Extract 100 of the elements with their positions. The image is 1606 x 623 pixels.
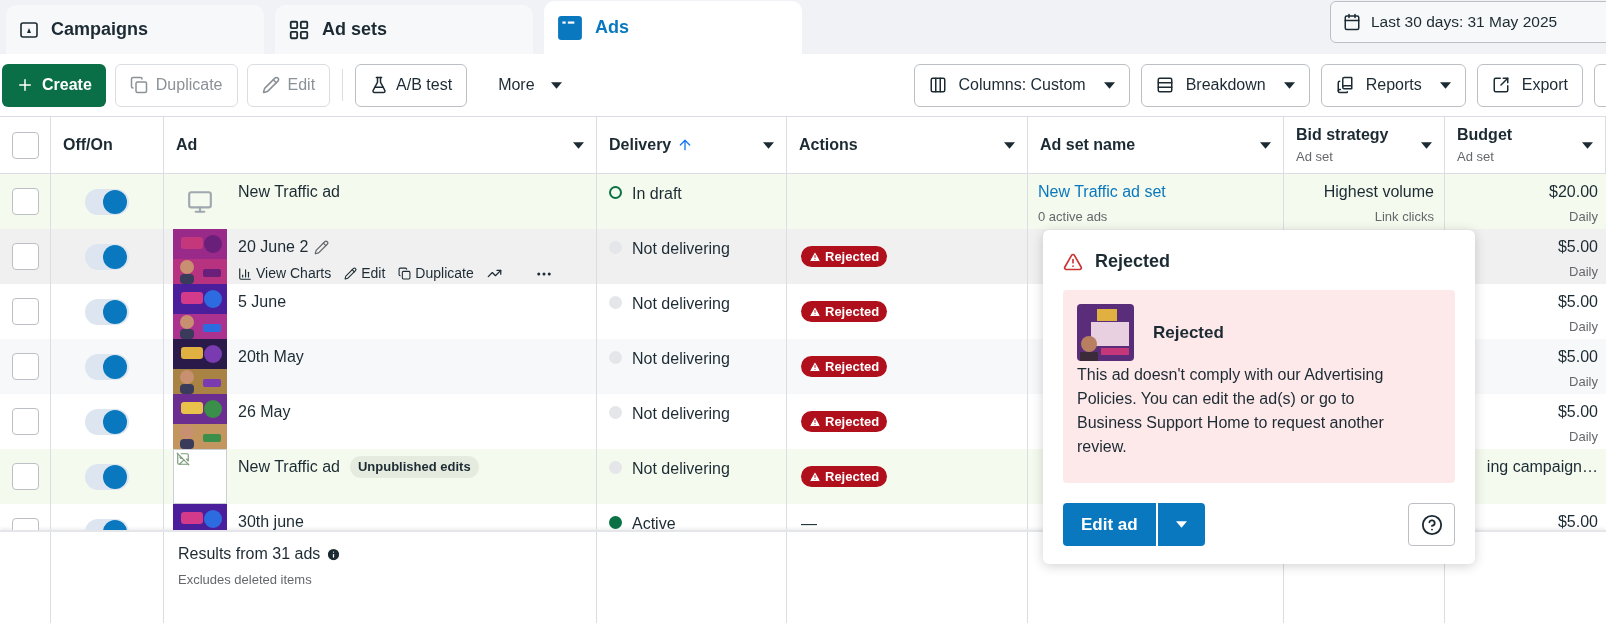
- toggle-switch[interactable]: [85, 188, 129, 215]
- caret-icon: [1439, 81, 1451, 89]
- toolbar-button[interactable]: Breakdown: [1140, 63, 1310, 107]
- caret-icon: [1004, 141, 1015, 149]
- checkbox[interactable]: [11, 188, 39, 215]
- warning-icon: [809, 250, 821, 263]
- tab[interactable]: Ad sets: [275, 5, 533, 54]
- ad-name[interactable]: New Traffic ad: [238, 455, 340, 479]
- row-action-link[interactable]: View Charts: [238, 263, 332, 284]
- rejected-badge[interactable]: Rejected: [801, 246, 888, 267]
- toolbar-button[interactable]: More: [476, 63, 584, 107]
- column-header[interactable]: Ad set name: [1040, 133, 1136, 157]
- bid-goal: Link clicks: [1374, 208, 1434, 226]
- budget-value: $5.00: [1557, 347, 1598, 367]
- warning-icon: [809, 415, 821, 428]
- warning-icon: [809, 305, 821, 318]
- help-button[interactable]: [1408, 503, 1455, 546]
- pencil-icon: [344, 267, 358, 280]
- budget-period: Daily: [1569, 373, 1598, 391]
- column-header[interactable]: Bid strategy: [1296, 123, 1389, 148]
- copy-icon: [129, 76, 148, 94]
- checkbox[interactable]: [11, 408, 39, 435]
- dropdown-button[interactable]: [1157, 503, 1205, 546]
- column-header[interactable]: Budget: [1457, 123, 1513, 148]
- delivery-status: Not delivering: [632, 459, 730, 479]
- rejected-badge[interactable]: Rejected: [801, 301, 888, 322]
- bid-strategy: Highest volume: [1323, 182, 1434, 202]
- ad-name[interactable]: New Traffic ad: [238, 180, 340, 204]
- rows-icon: [1155, 76, 1174, 94]
- toolbar-button[interactable]: Reports: [1320, 63, 1466, 107]
- caret-icon: [550, 81, 562, 89]
- toggle-switch[interactable]: [85, 298, 129, 325]
- toolbar-button[interactable]: A/B test: [355, 63, 468, 107]
- ad-name[interactable]: 5 June: [238, 290, 287, 314]
- budget-period: Daily: [1569, 208, 1598, 226]
- column-header[interactable]: Delivery: [609, 133, 672, 157]
- tab[interactable]: Ads: [544, 1, 802, 54]
- toolbar-button[interactable]: Export: [1476, 63, 1583, 107]
- toggle-switch[interactable]: [85, 243, 129, 270]
- flask-icon: [370, 76, 389, 94]
- caret-icon: [1260, 141, 1271, 149]
- date-range-button[interactable]: Last 30 days: 31 May 2025: [1330, 1, 1606, 43]
- columns-icon: [928, 76, 947, 94]
- caret-icon: [1582, 141, 1593, 149]
- export-icon: [1491, 76, 1510, 94]
- caret-icon: [763, 141, 774, 149]
- grid-icon: [288, 18, 310, 41]
- popover-title: Rejected: [1095, 250, 1171, 273]
- checkbox[interactable]: [11, 131, 39, 159]
- ad-name[interactable]: 26 May: [238, 400, 291, 424]
- warning-icon: [1063, 251, 1083, 272]
- broken-image-icon: [176, 452, 190, 466]
- copy-icon: [398, 267, 412, 280]
- budget-period: Daily: [1569, 263, 1598, 281]
- ad-set-status: 0 active ads: [1038, 208, 1109, 226]
- delivery-status: Not delivering: [632, 239, 730, 259]
- checkbox[interactable]: [11, 353, 39, 380]
- delivery-status: Not delivering: [632, 349, 730, 369]
- rejected-badge[interactable]: Rejected: [801, 356, 888, 377]
- reports-icon: [1335, 76, 1354, 94]
- warning-icon: [809, 470, 821, 483]
- ad-placeholder-icon: [187, 188, 213, 215]
- caret-icon: [1421, 141, 1432, 149]
- ad-name[interactable]: 20 June 2: [238, 235, 309, 259]
- ad-name[interactable]: 30th june: [238, 510, 304, 530]
- toolbar-button[interactable]: Columns: Custom: [913, 63, 1130, 107]
- budget-period: Daily: [1569, 318, 1598, 336]
- rejected-badge[interactable]: Rejected: [801, 466, 888, 487]
- budget-value: ing campaign…: [1486, 457, 1598, 477]
- budget-value: $5.00: [1557, 512, 1598, 530]
- delivery-status: Not delivering: [632, 404, 730, 424]
- column-subtitle: Ad set: [1457, 148, 1495, 167]
- window-icon: [557, 14, 583, 41]
- ad-set-link[interactable]: New Traffic ad set: [1038, 180, 1273, 204]
- toggle-switch[interactable]: [85, 463, 129, 490]
- edit-ad-button[interactable]: Edit ad: [1063, 503, 1156, 546]
- ad-name[interactable]: 20th May: [238, 345, 304, 369]
- toolbar-button[interactable]: Create: [2, 63, 106, 107]
- pencil-icon: [261, 76, 280, 94]
- budget-period: Daily: [1569, 428, 1598, 446]
- tab[interactable]: Campaigns: [6, 5, 264, 54]
- table-row[interactable]: New Traffic ad In draft New Traffic ad set 0 active ads Highest volume Link clicks $20.00 Daily: [0, 174, 1606, 229]
- caret-icon: [573, 141, 584, 149]
- budget-value: $5.00: [1557, 292, 1598, 312]
- row-action-link[interactable]: Duplicate: [398, 263, 474, 284]
- delivery-status: In draft: [632, 184, 682, 204]
- column-header[interactable]: Actions: [799, 133, 858, 157]
- checkbox[interactable]: [11, 243, 39, 270]
- column-header[interactable]: Off/On: [63, 133, 113, 157]
- row-action-link[interactable]: Edit: [344, 263, 386, 284]
- checkbox[interactable]: [11, 298, 39, 325]
- toggle-switch[interactable]: [85, 408, 129, 435]
- column-subtitle: Ad set: [1296, 148, 1334, 167]
- help-icon: [1420, 513, 1443, 536]
- checkbox[interactable]: [11, 463, 39, 490]
- toggle-switch[interactable]: [85, 353, 129, 380]
- info-icon[interactable]: [326, 546, 342, 562]
- rejected-badge[interactable]: Rejected: [801, 411, 888, 432]
- budget-value: $5.00: [1557, 237, 1598, 257]
- column-header[interactable]: Ad: [176, 133, 198, 157]
